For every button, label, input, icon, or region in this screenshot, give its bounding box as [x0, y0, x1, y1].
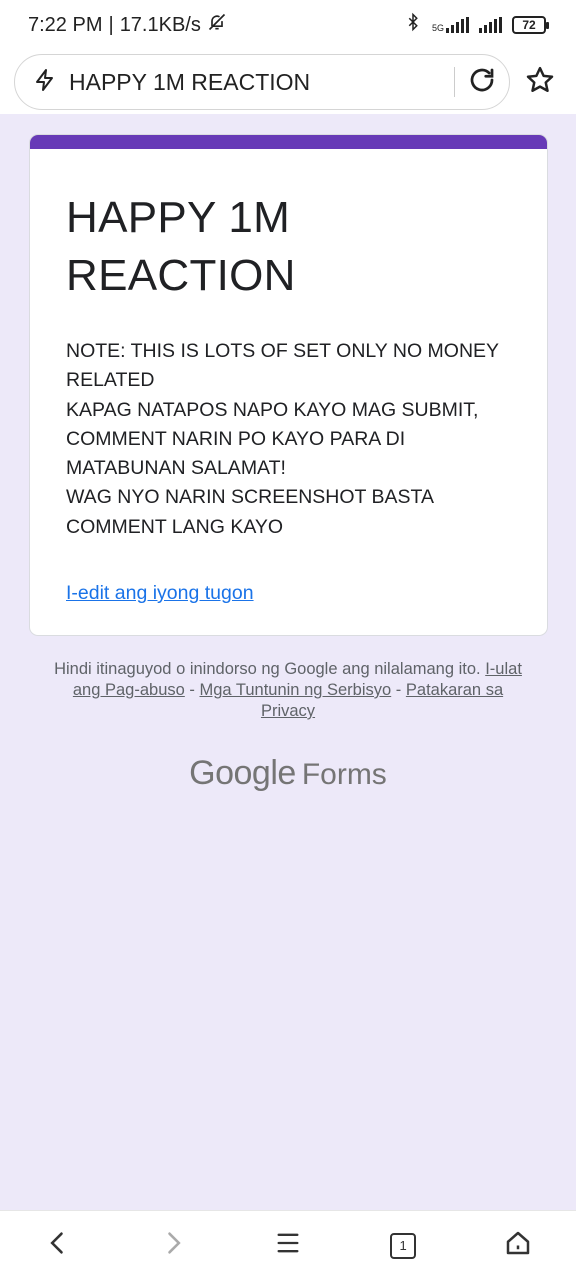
status-left: 7:22 PM | 17.1KB/s	[28, 12, 227, 38]
lightning-icon	[33, 67, 57, 98]
signal-strength-icon	[479, 17, 502, 33]
status-right: 5G 72	[404, 12, 549, 38]
footer-disclaimer: Hindi itinaguyod o inindorso ng Google a…	[50, 659, 526, 722]
dash-separator: -	[395, 681, 402, 699]
home-icon	[503, 1228, 533, 1263]
form-card-body: HAPPY 1M REACTION NOTE: THIS IS LOTS OF …	[30, 149, 547, 605]
tab-count: 1	[399, 1238, 407, 1253]
forms-wordmark: Forms	[301, 758, 387, 791]
bell-muted-icon	[207, 12, 227, 38]
page-title-url[interactable]: HAPPY 1M REACTION	[69, 69, 442, 96]
status-bar: 7:22 PM | 17.1KB/s 5G 72	[0, 0, 576, 50]
status-time: 7:22 PM	[28, 13, 103, 36]
bookmark-button[interactable]	[518, 65, 562, 100]
back-button[interactable]	[28, 1216, 88, 1276]
page-content: HAPPY 1M REACTION NOTE: THIS IS LOTS OF …	[0, 114, 576, 1210]
browser-bottom-nav: 1	[0, 1210, 576, 1280]
reload-icon[interactable]	[467, 65, 497, 100]
form-title: HAPPY 1M REACTION	[66, 193, 296, 300]
chevron-right-icon	[159, 1228, 187, 1263]
address-bar[interactable]: HAPPY 1M REACTION	[14, 54, 510, 110]
battery-level: 72	[522, 18, 536, 32]
browser-toolbar: HAPPY 1M REACTION	[0, 50, 576, 114]
star-icon	[525, 65, 555, 100]
dash-separator: -	[189, 681, 195, 699]
signal-strength-5g-icon: 5G	[432, 17, 469, 33]
tabs-icon: 1	[390, 1232, 417, 1259]
bluetooth-icon	[404, 12, 422, 38]
status-speed: 17.1KB/s	[119, 13, 201, 36]
home-button[interactable]	[488, 1216, 548, 1276]
chevron-left-icon	[44, 1228, 72, 1263]
disclaimer-text: Hindi itinaguyod o inindorso ng Google a…	[54, 660, 481, 678]
status-separator: |	[108, 13, 114, 36]
form-card: HAPPY 1M REACTION NOTE: THIS IS LOTS OF …	[29, 134, 548, 636]
battery-icon: 72	[512, 16, 549, 34]
google-forms-logo[interactable]: Google Forms	[0, 754, 576, 793]
form-accent-bar	[30, 135, 547, 149]
address-divider	[454, 67, 455, 97]
form-description: NOTE: THIS IS LOTS OF SET ONLY NO MONEY …	[66, 340, 499, 538]
google-wordmark: Google	[189, 754, 296, 792]
menu-button[interactable]	[258, 1216, 318, 1276]
network-type: 5G	[431, 23, 444, 33]
terms-link[interactable]: Mga Tuntunin ng Serbisyo	[200, 681, 392, 699]
edit-response-link[interactable]: I-edit ang iyong tugon	[66, 582, 254, 605]
menu-icon	[274, 1229, 302, 1262]
tabs-button[interactable]: 1	[373, 1216, 433, 1276]
forward-button[interactable]	[143, 1216, 203, 1276]
